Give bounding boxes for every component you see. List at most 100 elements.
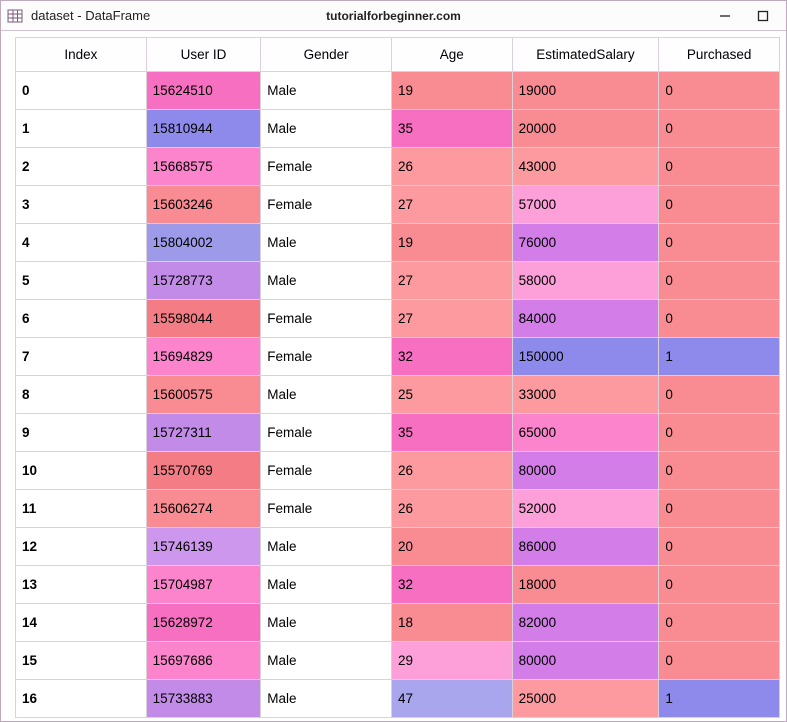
cell-age[interactable]: 26 xyxy=(391,452,512,490)
cell-salary[interactable]: 84000 xyxy=(512,300,659,338)
cell-salary[interactable]: 80000 xyxy=(512,642,659,680)
cell-gender[interactable]: Male xyxy=(261,376,392,414)
cell-gender[interactable]: Female xyxy=(261,414,392,452)
cell-gender[interactable]: Female xyxy=(261,490,392,528)
col-header-userid[interactable]: User ID xyxy=(146,38,261,72)
table-row[interactable]: 1115606274Female26520000 xyxy=(16,490,780,528)
cell-userid[interactable]: 15733883 xyxy=(146,680,261,718)
cell-userid[interactable]: 15704987 xyxy=(146,566,261,604)
cell-index[interactable]: 16 xyxy=(16,680,147,718)
col-header-salary[interactable]: EstimatedSalary xyxy=(512,38,659,72)
table-row[interactable]: 515728773Male27580000 xyxy=(16,262,780,300)
cell-userid[interactable]: 15728773 xyxy=(146,262,261,300)
cell-index[interactable]: 10 xyxy=(16,452,147,490)
cell-purchased[interactable]: 0 xyxy=(659,414,780,452)
cell-userid[interactable]: 15694829 xyxy=(146,338,261,376)
table-row[interactable]: 1015570769Female26800000 xyxy=(16,452,780,490)
cell-gender[interactable]: Male xyxy=(261,262,392,300)
cell-gender[interactable]: Male xyxy=(261,604,392,642)
cell-index[interactable]: 7 xyxy=(16,338,147,376)
cell-userid[interactable]: 15804002 xyxy=(146,224,261,262)
cell-salary[interactable]: 25000 xyxy=(512,680,659,718)
table-row[interactable]: 015624510Male19190000 xyxy=(16,72,780,110)
table-row[interactable]: 315603246Female27570000 xyxy=(16,186,780,224)
cell-salary[interactable]: 52000 xyxy=(512,490,659,528)
cell-userid[interactable]: 15628972 xyxy=(146,604,261,642)
cell-salary[interactable]: 20000 xyxy=(512,110,659,148)
table-row[interactable]: 1615733883Male47250001 xyxy=(16,680,780,718)
cell-salary[interactable]: 80000 xyxy=(512,452,659,490)
cell-gender[interactable]: Female xyxy=(261,338,392,376)
cell-index[interactable]: 6 xyxy=(16,300,147,338)
cell-salary[interactable]: 19000 xyxy=(512,72,659,110)
cell-purchased[interactable]: 0 xyxy=(659,642,780,680)
cell-age[interactable]: 27 xyxy=(391,186,512,224)
col-header-index[interactable]: Index xyxy=(16,38,147,72)
table-row[interactable]: 1215746139Male20860000 xyxy=(16,528,780,566)
cell-gender[interactable]: Male xyxy=(261,224,392,262)
cell-age[interactable]: 27 xyxy=(391,262,512,300)
cell-index[interactable]: 1 xyxy=(16,110,147,148)
cell-salary[interactable]: 65000 xyxy=(512,414,659,452)
cell-purchased[interactable]: 1 xyxy=(659,338,780,376)
table-row[interactable]: 415804002Male19760000 xyxy=(16,224,780,262)
cell-age[interactable]: 20 xyxy=(391,528,512,566)
cell-age[interactable]: 19 xyxy=(391,224,512,262)
table-row[interactable]: 815600575Male25330000 xyxy=(16,376,780,414)
cell-age[interactable]: 26 xyxy=(391,490,512,528)
cell-index[interactable]: 13 xyxy=(16,566,147,604)
table-row[interactable]: 115810944Male35200000 xyxy=(16,110,780,148)
cell-age[interactable]: 35 xyxy=(391,414,512,452)
table-row[interactable]: 1515697686Male29800000 xyxy=(16,642,780,680)
cell-salary[interactable]: 82000 xyxy=(512,604,659,642)
cell-userid[interactable]: 15603246 xyxy=(146,186,261,224)
cell-purchased[interactable]: 0 xyxy=(659,110,780,148)
table-row[interactable]: 1415628972Male18820000 xyxy=(16,604,780,642)
cell-userid[interactable]: 15600575 xyxy=(146,376,261,414)
cell-gender[interactable]: Male xyxy=(261,680,392,718)
cell-purchased[interactable]: 0 xyxy=(659,186,780,224)
cell-salary[interactable]: 57000 xyxy=(512,186,659,224)
cell-salary[interactable]: 76000 xyxy=(512,224,659,262)
cell-userid[interactable]: 15668575 xyxy=(146,148,261,186)
cell-gender[interactable]: Female xyxy=(261,148,392,186)
cell-purchased[interactable]: 0 xyxy=(659,300,780,338)
cell-salary[interactable]: 58000 xyxy=(512,262,659,300)
cell-userid[interactable]: 15697686 xyxy=(146,642,261,680)
cell-index[interactable]: 11 xyxy=(16,490,147,528)
cell-purchased[interactable]: 0 xyxy=(659,490,780,528)
cell-salary[interactable]: 18000 xyxy=(512,566,659,604)
cell-salary[interactable]: 86000 xyxy=(512,528,659,566)
cell-purchased[interactable]: 0 xyxy=(659,528,780,566)
cell-gender[interactable]: Female xyxy=(261,300,392,338)
cell-purchased[interactable]: 0 xyxy=(659,452,780,490)
cell-gender[interactable]: Female xyxy=(261,186,392,224)
cell-age[interactable]: 26 xyxy=(391,148,512,186)
cell-userid[interactable]: 15810944 xyxy=(146,110,261,148)
cell-age[interactable]: 32 xyxy=(391,338,512,376)
cell-gender[interactable]: Male xyxy=(261,528,392,566)
cell-userid[interactable]: 15727311 xyxy=(146,414,261,452)
cell-age[interactable]: 29 xyxy=(391,642,512,680)
table-row[interactable]: 715694829Female321500001 xyxy=(16,338,780,376)
cell-index[interactable]: 15 xyxy=(16,642,147,680)
cell-index[interactable]: 12 xyxy=(16,528,147,566)
cell-age[interactable]: 35 xyxy=(391,110,512,148)
cell-gender[interactable]: Female xyxy=(261,452,392,490)
cell-purchased[interactable]: 0 xyxy=(659,148,780,186)
cell-age[interactable]: 25 xyxy=(391,376,512,414)
cell-purchased[interactable]: 0 xyxy=(659,566,780,604)
cell-purchased[interactable]: 0 xyxy=(659,604,780,642)
cell-purchased[interactable]: 0 xyxy=(659,376,780,414)
cell-userid[interactable]: 15598044 xyxy=(146,300,261,338)
cell-salary[interactable]: 150000 xyxy=(512,338,659,376)
cell-index[interactable]: 0 xyxy=(16,72,147,110)
cell-age[interactable]: 18 xyxy=(391,604,512,642)
cell-gender[interactable]: Male xyxy=(261,642,392,680)
table-row[interactable]: 1315704987Male32180000 xyxy=(16,566,780,604)
col-header-gender[interactable]: Gender xyxy=(261,38,392,72)
table-row[interactable]: 915727311Female35650000 xyxy=(16,414,780,452)
cell-index[interactable]: 8 xyxy=(16,376,147,414)
cell-userid[interactable]: 15746139 xyxy=(146,528,261,566)
cell-gender[interactable]: Male xyxy=(261,110,392,148)
